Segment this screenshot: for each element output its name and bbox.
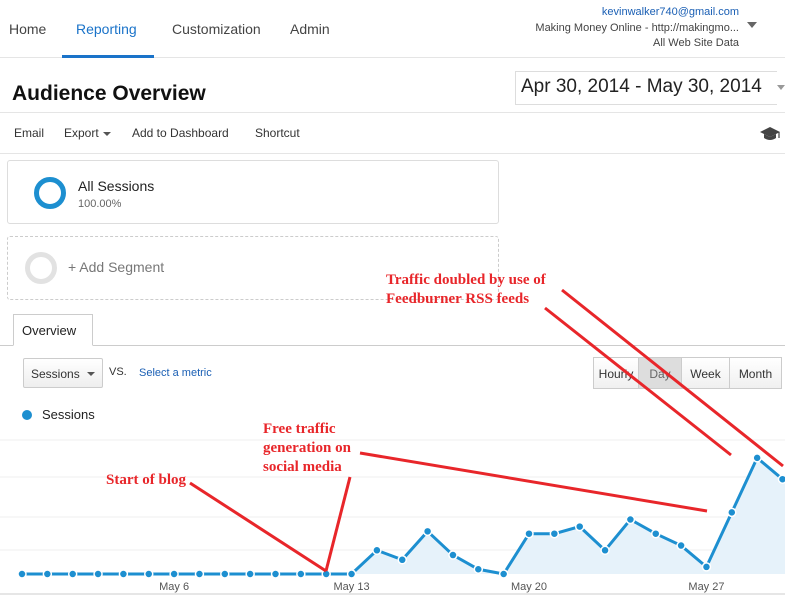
annotation-social-line: social media [263, 459, 342, 475]
arrow-social-media-traffic [359, 451, 708, 513]
arrow-rss-1 [544, 306, 732, 457]
annotation-rss-line: Traffic doubled by use of [386, 272, 546, 288]
annotation-social-line: generation on [263, 440, 351, 456]
annotation-rss-feeds: Traffic doubled by use of Feedburner RSS… [386, 271, 546, 309]
annotation-start-of-blog: Start of blog [106, 472, 186, 488]
annotation-social-line: Free traffic [263, 421, 336, 437]
arrow-start-of-blog [189, 481, 327, 573]
annotation-rss-line: Feedburner RSS feeds [386, 291, 530, 307]
arrow-social-media-up [324, 476, 352, 572]
annotation-social-media: Free traffic generation on social media [263, 420, 351, 477]
arrow-rss-2 [561, 288, 784, 468]
